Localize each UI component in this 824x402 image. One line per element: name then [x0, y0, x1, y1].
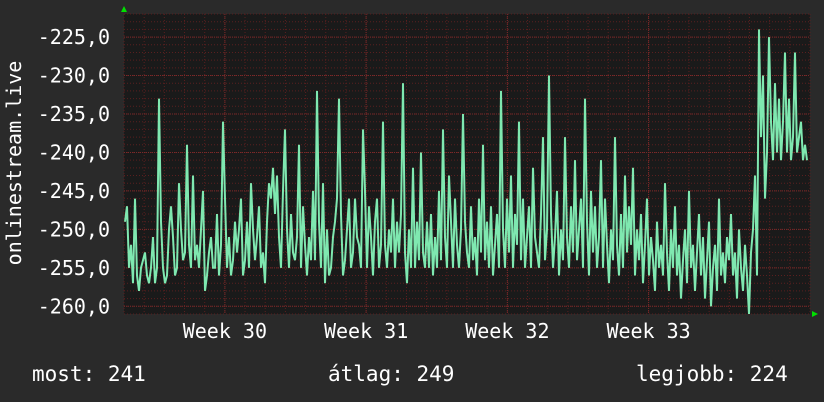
y-tick-label: -235,0	[38, 102, 110, 126]
x-tick-label: Week 33	[606, 319, 690, 343]
y-tick-label: -225,0	[38, 25, 110, 49]
current-value-stat: most: 241	[32, 362, 146, 386]
y-tick-label: -230,0	[38, 64, 110, 88]
x-tick-label: Week 30	[183, 319, 267, 343]
y-tick-label: -250,0	[38, 217, 110, 241]
y-tick-label: -245,0	[38, 179, 110, 203]
chart-container: -225,0 -230,0 -235,0 -240,0 -245,0 -250,0 -255…	[0, 0, 824, 402]
y-axis-tick-labels: -225,0 -230,0 -235,0 -240,0 -245,0 -250,0 -255…	[38, 25, 110, 318]
average-value-stat: átlag: 249	[328, 362, 455, 386]
y-axis-arrow-icon	[121, 6, 127, 12]
y-tick-label: -240,0	[38, 140, 110, 164]
y-axis-label: onlinestream.live	[2, 60, 26, 266]
y-tick-label: -255,0	[38, 256, 110, 280]
x-axis-arrow-icon	[812, 311, 818, 317]
x-axis-tick-labels: Week 30 Week 31 Week 32 Week 33	[183, 319, 691, 343]
line-chart: -225,0 -230,0 -235,0 -240,0 -245,0 -250,0 -255…	[38, 6, 818, 343]
x-tick-label: Week 32	[465, 319, 549, 343]
best-value-stat: legjobb: 224	[636, 362, 788, 386]
y-tick-label: -260,0	[38, 294, 110, 318]
x-tick-label: Week 31	[324, 319, 408, 343]
